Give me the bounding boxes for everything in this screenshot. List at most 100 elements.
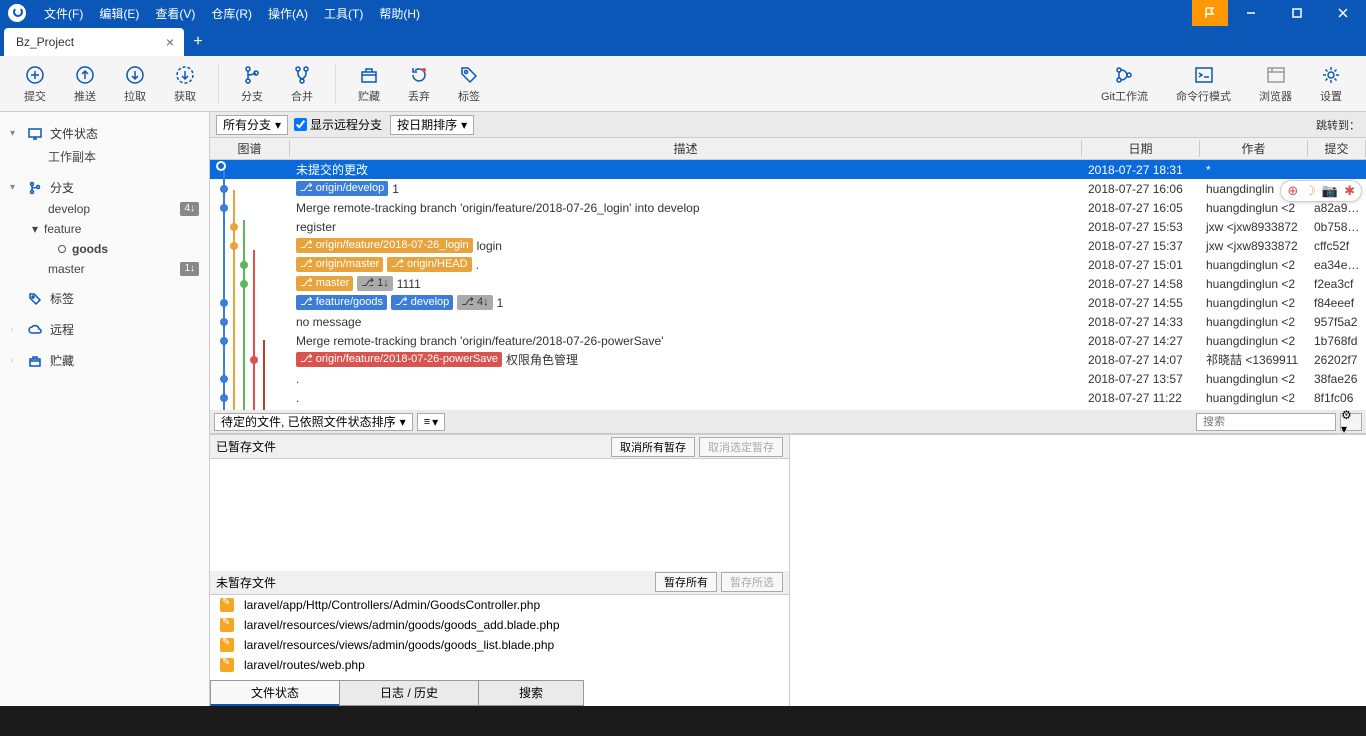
discard-button[interactable]: 丢弃 [394,60,444,108]
branch-tag[interactable]: ⎇ origin/master [296,257,383,272]
commit-row[interactable]: .2018-07-27 11:22huangdinglun <28f1fc06 [210,388,1366,407]
sidebar-branch-goods[interactable]: goods [0,239,209,259]
bottom-tab[interactable]: 文件状态 [210,680,340,706]
file-row[interactable]: laravel/routes/web.php [210,655,789,675]
sidebar-remote-header[interactable]: ›远程 [0,318,209,341]
sidebar-branch-feature[interactable]: ▾feature [0,219,209,239]
menu-item[interactable]: 操作(A) [260,7,316,21]
branch-button[interactable]: 分支 [227,60,277,108]
commit-button[interactable]: 提交 [10,60,60,108]
commit-row[interactable]: ⎇ origin/feature/2018-07-26-powerSave 权限… [210,350,1366,369]
commit-row[interactable]: 未提交的更改2018-07-27 18:31* [210,160,1366,179]
sidebar-branch-develop[interactable]: develop4↓ [0,199,209,219]
filter-subbar: 所有分支 ▾ 显示远程分支 按日期排序 ▾ 跳转到： [210,112,1366,138]
close-tab-icon[interactable]: × [162,34,178,50]
pull-button[interactable]: 拉取 [110,60,160,108]
menu-item[interactable]: 文件(F) [36,7,91,21]
col-author[interactable]: 作者 [1200,140,1308,157]
menu-item[interactable]: 查看(V) [147,7,203,21]
branch-tag[interactable]: ⎇ 4↓ [457,295,492,310]
modified-icon [220,638,234,652]
sidebar-working-copy[interactable]: 工作副本 [0,145,209,168]
commit-row[interactable]: Merge remote-tracking branch 'origin/fea… [210,198,1366,217]
repo-tab[interactable]: Bz_Project × [4,28,184,56]
menu-item[interactable]: 编辑(E) [91,7,147,21]
gear-icon[interactable]: ✱ [1344,183,1355,199]
terminal-button[interactable]: 命令行模式 [1162,60,1245,108]
commit-row[interactable]: ⎇ origin/master⎇ origin/HEAD .2018-07-27… [210,255,1366,274]
col-description[interactable]: 描述 [290,140,1082,157]
staged-file-list[interactable] [210,459,789,571]
tag-icon [26,292,44,306]
moon-icon[interactable]: ☽ [1304,183,1316,199]
branch-tag[interactable]: ⎇ master [296,276,353,291]
commit-row[interactable]: ⎇ origin/feature/2018-07-26_login login2… [210,236,1366,255]
menu-item[interactable]: 工具(T) [316,7,371,21]
options-gear-button[interactable]: ⚙ ▾ [1340,413,1362,431]
badge-icon[interactable]: ⊕ [1287,183,1298,199]
tag-button[interactable]: 标签 [444,60,494,108]
bottom-tab[interactable]: 日志 / 历史 [339,680,479,706]
branch-tag[interactable]: ⎇ feature/goods [296,295,387,310]
jump-to-label: 跳转到： [1316,117,1360,133]
gitflow-button[interactable]: Git工作流 [1087,60,1162,108]
branch-tag[interactable]: ⎇ origin/feature/2018-07-26-powerSave [296,352,502,367]
cloud-icon [26,323,44,337]
file-row[interactable]: laravel/resources/views/admin/goods/good… [210,635,789,655]
file-sort-dropdown[interactable]: 待定的文件, 已依照文件状态排序 ▾ [214,413,413,431]
close-window-button[interactable] [1320,0,1366,26]
branch-tag[interactable]: ⎇ origin/develop [296,181,388,196]
add-tab-button[interactable]: + [184,28,212,56]
stage-selected-button[interactable]: 暂存所选 [721,572,783,592]
commit-row[interactable]: ⎇ master⎇ 1↓ 11112018-07-27 14:58huangdi… [210,274,1366,293]
sort-dropdown[interactable]: 按日期排序 ▾ [390,115,474,135]
commit-row[interactable]: register2018-07-27 15:53jxw <jxw89338720… [210,217,1366,236]
view-mode-dropdown[interactable]: ≡ ▾ [417,413,445,431]
settings-button[interactable]: 设置 [1306,60,1356,108]
sidebar-stashes-header[interactable]: ›贮藏 [0,349,209,372]
sidebar: ▾文件状态 工作副本 ▾分支 develop4↓ ▾feature goods … [0,112,210,706]
commit-row[interactable]: ⎇ feature/goods⎇ develop⎇ 4↓ 12018-07-27… [210,293,1366,312]
windows-taskbar[interactable] [0,706,1366,736]
show-remote-checkbox[interactable]: 显示远程分支 [294,116,382,133]
branch-tag[interactable]: ⎇ origin/feature/2018-07-26_login [296,238,473,253]
menu-item[interactable]: 仓库(R) [203,7,260,21]
sidebar-tags-header[interactable]: ▾标签 [0,287,209,310]
camera-icon[interactable]: 📷 [1322,183,1338,199]
floating-toolbar[interactable]: ⊕ ☽ 📷 ✱ [1280,180,1362,202]
push-button[interactable]: 推送 [60,60,110,108]
commit-row[interactable]: no message2018-07-27 14:33huangdinglun <… [210,312,1366,331]
fetch-button[interactable]: 获取 [160,60,210,108]
merge-button[interactable]: 合并 [277,60,327,108]
titlebar: 文件(F)编辑(E)查看(V)仓库(R)操作(A)工具(T)帮助(H) [0,0,1366,26]
col-date[interactable]: 日期 [1082,140,1200,157]
minimize-button[interactable] [1228,0,1274,26]
commit-list[interactable]: 未提交的更改2018-07-27 18:31*⎇ origin/develop … [210,160,1366,410]
commit-row[interactable]: ⎇ origin/develop 12018-07-27 16:06huangd… [210,179,1366,198]
branch-tag[interactable]: ⎇ develop [391,295,453,310]
stage-all-button[interactable]: 暂存所有 [655,572,717,592]
bottom-tab[interactable]: 搜索 [478,680,584,706]
branch-filter-dropdown[interactable]: 所有分支 ▾ [216,115,288,135]
branch-tag[interactable]: ⎇ 1↓ [357,276,392,291]
app-logo-icon [8,4,26,22]
commit-row[interactable]: .2018-07-27 13:57huangdinglun <238fae26 [210,369,1366,388]
file-row[interactable]: laravel/resources/views/admin/goods/good… [210,615,789,635]
search-box[interactable]: 🔍 [1196,413,1336,431]
commit-row[interactable]: Merge remote-tracking branch 'origin/fea… [210,331,1366,350]
col-commit[interactable]: 提交 [1308,140,1366,157]
sidebar-file-status-header[interactable]: ▾文件状态 [0,122,209,145]
file-row[interactable]: laravel/app/Http/Controllers/Admin/Goods… [210,595,789,615]
branch-tag[interactable]: ⎇ origin/HEAD [387,257,471,272]
search-input[interactable] [1203,416,1345,428]
col-graph[interactable]: 图谱 [210,140,290,157]
sidebar-branches-header[interactable]: ▾分支 [0,176,209,199]
menu-item[interactable]: 帮助(H) [371,7,428,21]
maximize-button[interactable] [1274,0,1320,26]
browser-button[interactable]: 浏览器 [1245,60,1306,108]
unstage-selected-button[interactable]: 取消选定暂存 [699,437,783,457]
stash-button[interactable]: 贮藏 [344,60,394,108]
sidebar-branch-master[interactable]: master1↓ [0,259,209,279]
notification-flag-button[interactable] [1192,0,1228,26]
unstage-all-button[interactable]: 取消所有暂存 [611,437,695,457]
